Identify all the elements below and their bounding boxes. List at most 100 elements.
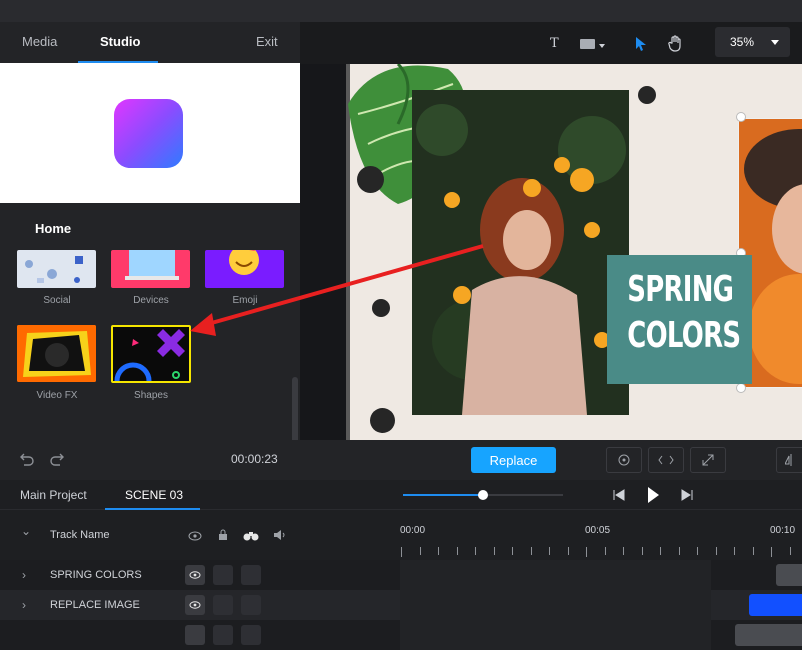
lock-toggle[interactable] <box>213 625 233 645</box>
solo-toggle[interactable] <box>241 625 261 645</box>
emoji-thumb[interactable] <box>205 250 284 288</box>
tab-exit[interactable]: Exit <box>256 34 278 49</box>
decor-dot[interactable] <box>357 166 384 193</box>
timeline-clip[interactable] <box>776 564 802 586</box>
ruler-tick <box>623 547 624 555</box>
visibility-toggle[interactable] <box>185 625 205 645</box>
timeline-clip[interactable] <box>749 594 802 616</box>
skip-forward-icon[interactable] <box>680 488 694 502</box>
social-thumb[interactable] <box>17 250 96 288</box>
expand-icon <box>702 454 714 466</box>
track-lane[interactable] <box>400 620 711 650</box>
undo-icon[interactable] <box>20 452 34 466</box>
ruler-tick <box>401 547 402 557</box>
social-icon <box>25 256 83 283</box>
decor-dot[interactable] <box>372 299 390 317</box>
resize-handle[interactable] <box>736 383 746 393</box>
ruler-tick <box>734 547 735 555</box>
ruler-tick <box>752 547 754 555</box>
resize-handle[interactable] <box>736 112 746 122</box>
ruler-tick <box>586 547 587 557</box>
shapes-icon <box>114 329 185 381</box>
visibility-toggle[interactable] <box>185 595 205 615</box>
eye-icon <box>189 601 201 609</box>
emoji-icon <box>229 250 259 275</box>
track-lane[interactable] <box>400 560 711 590</box>
track-row-replace-image[interactable]: › REPLACE IMAGE <box>0 590 802 620</box>
title-line-1: SPRING <box>627 269 734 310</box>
track-header-row: ⌄ Track Name 00:00 00:05 00:10 <box>0 510 802 560</box>
visibility-toggle[interactable] <box>185 565 205 585</box>
ruler-tick <box>660 547 661 555</box>
tab-main-project[interactable]: Main Project <box>20 488 87 502</box>
ruler-tick <box>678 547 680 555</box>
zoom-value: 35% <box>730 35 755 49</box>
timeline-tracks: ⌄ Track Name 00:00 00:05 00:10 › SPRING … <box>0 510 802 650</box>
track-lane[interactable] <box>400 590 711 620</box>
emoji-label: Emoji <box>232 295 258 306</box>
ruler-tick <box>530 547 532 555</box>
chevron-right-icon[interactable]: › <box>22 598 26 612</box>
current-time: 00:00:23 <box>231 452 278 466</box>
redo-icon[interactable] <box>50 452 64 466</box>
expand-button[interactable] <box>690 447 726 473</box>
solo-toggle[interactable] <box>241 565 261 585</box>
lock-toggle[interactable] <box>213 595 233 615</box>
app-logo-icon <box>114 99 183 168</box>
decor-dot[interactable] <box>638 86 656 104</box>
lock-icon[interactable] <box>218 529 228 541</box>
ruler-label: 00:00 <box>400 525 426 536</box>
spring-colors-textbox[interactable]: SPRING COLORS <box>607 255 752 384</box>
timeline-clip[interactable] <box>735 624 802 646</box>
chevron-right-icon[interactable]: › <box>22 568 26 582</box>
videofx-label: Video FX <box>36 390 78 401</box>
text-tool-icon[interactable]: T <box>550 36 559 51</box>
section-title-home[interactable]: Home <box>35 221 71 236</box>
devices-thumb[interactable] <box>111 250 190 288</box>
ruler-tick <box>789 547 791 555</box>
tab-media[interactable]: Media <box>22 34 57 49</box>
woman-flowers-photo[interactable] <box>412 90 629 415</box>
videofx-thumb[interactable] <box>17 325 96 382</box>
target-icon <box>618 454 630 466</box>
binoculars-icon[interactable] <box>243 530 259 541</box>
ruler-tick <box>604 547 606 555</box>
left-panel: Media Studio Exit Home Social Devices Em… <box>0 22 300 460</box>
target-button[interactable] <box>606 447 642 473</box>
shape-tool-icon[interactable] <box>580 39 595 49</box>
lock-toggle[interactable] <box>213 565 233 585</box>
track-row-partial[interactable] <box>0 620 802 650</box>
shapes-label: Shapes <box>134 390 168 401</box>
collapse-all-icon[interactable]: ⌄ <box>21 524 31 538</box>
skip-back-icon[interactable] <box>612 488 626 502</box>
shape-dropdown-icon[interactable] <box>599 44 605 48</box>
mirror-button[interactable] <box>776 447 802 473</box>
track-name-header: Track Name <box>50 529 110 541</box>
speaker-icon[interactable] <box>273 529 287 541</box>
decor-dot[interactable] <box>370 408 395 433</box>
tab-scene-03[interactable]: SCENE 03 <box>125 488 183 502</box>
track-row-spring-colors[interactable]: › SPRING COLORS <box>0 560 802 590</box>
hand-tool-icon[interactable] <box>668 35 684 52</box>
ruler-tick <box>438 547 439 555</box>
mirror-icon <box>784 454 792 466</box>
panel-tabs: Media Studio Exit <box>0 22 300 63</box>
timeline-zoom-knob[interactable] <box>478 490 488 500</box>
ruler-label: 00:10 <box>770 525 796 536</box>
ruler-tick <box>771 547 772 557</box>
laptop-icon <box>125 250 179 280</box>
eye-icon[interactable] <box>188 531 202 541</box>
shapes-thumb[interactable] <box>111 325 191 383</box>
flip-horizontal-button[interactable] <box>648 447 684 473</box>
solo-toggle[interactable] <box>241 595 261 615</box>
replace-button[interactable]: Replace <box>471 447 556 473</box>
tab-studio[interactable]: Studio <box>100 34 140 49</box>
arrows-horizontal-icon <box>658 455 674 465</box>
devices-label: Devices <box>133 295 169 306</box>
select-tool-icon[interactable] <box>634 36 648 52</box>
eye-icon <box>189 571 201 579</box>
ruler-label: 00:05 <box>585 525 611 536</box>
zoom-select[interactable]: 35% <box>715 27 790 57</box>
play-icon[interactable] <box>646 486 660 504</box>
canvas-toolbar: T 35% <box>300 22 802 64</box>
